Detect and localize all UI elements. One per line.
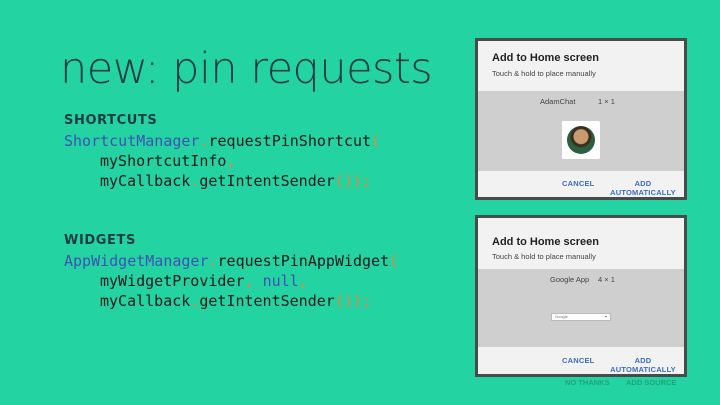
avatar bbox=[567, 126, 595, 154]
shortcuts-code-line-1: ShortcutManager.requestPinShortcut( bbox=[64, 131, 380, 151]
shortcuts-heading: SHORTCUTS bbox=[64, 113, 158, 128]
code-comma: , bbox=[244, 272, 254, 290]
widgets-heading: WIDGETS bbox=[64, 233, 136, 248]
code-argument: myShortcutInfo bbox=[100, 152, 227, 170]
code-argument: myWidgetProvider bbox=[100, 272, 245, 290]
code-comma: , bbox=[298, 272, 308, 290]
code-dot: . bbox=[208, 252, 218, 270]
code-dot: . bbox=[190, 172, 200, 190]
dialog-subtitle: Touch & hold to place manually bbox=[492, 69, 596, 78]
shortcut-icon-preview[interactable] bbox=[562, 121, 600, 159]
code-paren: ( bbox=[371, 132, 381, 150]
ghost-add-source-label: ADD SOURCE bbox=[626, 378, 677, 387]
shortcuts-code-line-3: myCallback.getIntentSender()); bbox=[64, 171, 380, 191]
code-method: getIntentSender bbox=[199, 172, 335, 190]
code-class-name: AppWidgetManager bbox=[64, 252, 209, 270]
app-name: Google App bbox=[550, 275, 590, 284]
slide-title: new: pin requests bbox=[60, 44, 433, 94]
add-automatically-button[interactable]: ADD AUTOMATICALLY bbox=[602, 356, 684, 374]
code-method: requestPinAppWidget bbox=[217, 252, 390, 270]
dialog-subtitle: Touch & hold to place manually bbox=[492, 252, 596, 261]
add-automatically-button[interactable]: ADD AUTOMATICALLY bbox=[602, 179, 684, 197]
widgets-code-line-3: myCallback.getIntentSender()); bbox=[64, 291, 398, 311]
code-class-name: ShortcutManager bbox=[64, 132, 200, 150]
code-dot: . bbox=[199, 132, 209, 150]
shortcut-dialog: Add to Home screen Touch & hold to place… bbox=[478, 41, 684, 197]
widgets-code-line-2: myWidgetProvider, null, bbox=[64, 271, 398, 291]
code-object: myCallback bbox=[100, 292, 191, 310]
dialog-title: Add to Home screen bbox=[492, 52, 599, 64]
app-size: 1 × 1 bbox=[598, 97, 615, 106]
widget-search-label: Google bbox=[555, 314, 568, 319]
chevron-down-icon: ▾ bbox=[604, 314, 607, 319]
code-paren: ( bbox=[389, 252, 399, 270]
app-size: 4 × 1 bbox=[598, 275, 615, 284]
widget-dialog-screenshot: Add to Home screen Touch & hold to place… bbox=[475, 215, 687, 377]
code-dot: . bbox=[190, 292, 200, 310]
code-close: ()); bbox=[334, 292, 371, 310]
dialog-preview-area: Google App 4 × 1 Google ▾ bbox=[478, 269, 684, 347]
app-name: AdamChat bbox=[540, 97, 576, 106]
code-keyword: null bbox=[262, 272, 299, 290]
widgets-code: AppWidgetManager.requestPinAppWidget(myW… bbox=[64, 251, 398, 311]
dialog-preview-area: AdamChat 1 × 1 bbox=[478, 91, 684, 171]
shortcuts-code-line-2: myShortcutInfo, bbox=[64, 151, 380, 171]
shortcuts-code: ShortcutManager.requestPinShortcut(mySho… bbox=[64, 131, 380, 191]
widgets-code-line-1: AppWidgetManager.requestPinAppWidget( bbox=[64, 251, 398, 271]
widget-preview[interactable]: Google ▾ bbox=[551, 313, 611, 321]
code-object: myCallback bbox=[100, 172, 191, 190]
widget-dialog: Add to Home screen Touch & hold to place… bbox=[478, 218, 684, 374]
cancel-button[interactable]: CANCEL bbox=[562, 356, 594, 365]
code-close: ()); bbox=[334, 172, 371, 190]
cancel-button[interactable]: CANCEL bbox=[562, 179, 594, 188]
ghost-no-thanks-label: NO THANKS bbox=[565, 378, 610, 387]
code-method: getIntentSender bbox=[199, 292, 335, 310]
code-method: requestPinShortcut bbox=[208, 132, 372, 150]
code-comma: , bbox=[226, 152, 236, 170]
shortcut-dialog-screenshot: Add to Home screen Touch & hold to place… bbox=[475, 38, 687, 200]
dialog-title: Add to Home screen bbox=[492, 236, 599, 248]
